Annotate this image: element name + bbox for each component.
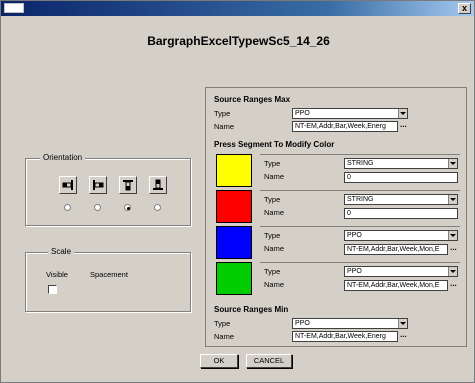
orientation-right-radio[interactable] [94,204,101,211]
segment-1-name-field[interactable]: 0 [344,172,458,183]
source-max-name-field[interactable]: NT-EM,Addr,Bar,Week,Energ [292,121,398,132]
segment-3-browse-button[interactable]: ... [450,244,457,252]
orientation-left-radio[interactable] [64,204,71,211]
source-max-type-label: Type [214,109,231,118]
segment-4-type-select[interactable]: PPO [344,266,458,277]
bar-down-icon [153,179,163,190]
segment-3-name-value: NT-EM,Addr,Bar,Week,Mon,E [347,246,440,253]
source-max-type-value: PPO [295,110,310,117]
orientation-left-button[interactable] [59,176,77,194]
segment-fields-3: Type PPO Name NT-EM,Addr,Bar,Week,Mon,E … [260,226,460,259]
source-max-browse-button[interactable]: ... [400,121,407,129]
segment-1-type-label: Type [264,159,281,168]
segment-row-3: Type PPO Name NT-EM,Addr,Bar,Week,Mon,E … [212,226,462,260]
source-min-title: Source Ranges Min [214,305,289,314]
source-max-name-value: NT-EM,Addr,Bar,Week,Energ [295,123,386,130]
sources-panel: Source Ranges Max Type PPO Name NT-EM,Ad… [205,87,467,347]
segment-color-swatch-4[interactable] [216,262,252,295]
segment-color-swatch-2[interactable] [216,190,252,223]
segment-1-name-label: Name [264,172,285,181]
segment-fields-4: Type PPO Name NT-EM,Addr,Bar,Week,Mon,E … [260,262,460,295]
segment-1-type-select[interactable]: STRING [344,158,458,169]
source-min-browse-button[interactable]: ... [400,331,407,339]
scale-group: Scale Visible Spacement [25,247,191,312]
chevron-down-icon[interactable] [448,195,457,204]
segment-2-name-label: Name [264,208,285,217]
segment-row-2: Type STRING Name 0 [212,190,462,224]
orientation-down-radio[interactable] [154,204,161,211]
segment-3-type-label: Type [264,231,281,240]
segment-3-type-select[interactable]: PPO [344,230,458,241]
window-icon [4,3,24,13]
source-max-type-select[interactable]: PPO [292,108,408,119]
source-min-type-value: PPO [295,320,310,327]
segment-4-type-value: PPO [347,268,362,275]
source-min-type-select[interactable]: PPO [292,318,408,329]
segment-2-type-label: Type [264,195,281,204]
segment-3-name-field[interactable]: NT-EM,Addr,Bar,Week,Mon,E [344,244,448,255]
segment-2-type-select[interactable]: STRING [344,194,458,205]
segment-color-swatch-3[interactable] [216,226,252,259]
bar-left-icon [62,180,73,190]
visible-checkbox[interactable] [48,285,57,294]
source-min-name-value: NT-EM,Addr,Bar,Week,Energ [295,333,386,340]
segment-4-name-value: NT-EM,Addr,Bar,Week,Mon,E [347,282,440,289]
ok-button[interactable]: OK [200,354,238,368]
spacement-label: Spacement [90,270,128,279]
source-min-name-label: Name [214,332,235,341]
segment-2-type-value: STRING [347,196,374,203]
dialog-window: x BargraphExcelTypewSc5_14_26 Orientatio… [0,0,475,383]
segment-2-name-value: 0 [347,210,351,217]
segment-row-1: Type STRING Name 0 [212,154,462,188]
source-min-name-field[interactable]: NT-EM,Addr,Bar,Week,Energ [292,331,398,342]
bar-right-icon [93,180,104,190]
segment-3-type-value: PPO [347,232,362,239]
segment-1-type-value: STRING [347,160,374,167]
segment-2-name-field[interactable]: 0 [344,208,458,219]
segment-4-name-field[interactable]: NT-EM,Addr,Bar,Week,Mon,E [344,280,448,291]
segment-4-browse-button[interactable]: ... [450,280,457,288]
bar-up-icon [123,180,133,191]
orientation-up-button[interactable] [119,176,137,194]
orientation-label: Orientation [40,153,86,162]
segment-3-name-label: Name [264,244,285,253]
chevron-down-icon[interactable] [398,109,407,118]
scale-label: Scale [48,247,75,256]
title-bar[interactable]: x [1,1,474,16]
chevron-down-icon[interactable] [448,267,457,276]
segment-4-type-label: Type [264,267,281,276]
orientation-right-button[interactable] [89,176,107,194]
chevron-down-icon[interactable] [398,319,407,328]
segment-color-swatch-1[interactable] [216,154,252,187]
cancel-button[interactable]: CANCEL [246,354,292,368]
visible-label: Visible [46,270,68,279]
orientation-group: Orientation [25,153,191,226]
source-min-type-label: Type [214,319,231,328]
source-max-title: Source Ranges Max [214,95,291,104]
orientation-up-radio[interactable] [124,204,131,211]
close-button[interactable]: x [458,3,471,14]
chevron-down-icon[interactable] [448,231,457,240]
segment-fields-1: Type STRING Name 0 [260,154,460,187]
segment-1-name-value: 0 [347,174,351,181]
segment-row-4: Type PPO Name NT-EM,Addr,Bar,Week,Mon,E … [212,262,462,296]
source-max-name-label: Name [214,122,235,131]
segment-fields-2: Type STRING Name 0 [260,190,460,223]
segment-4-name-label: Name [264,280,285,289]
dialog-title: BargraphExcelTypewSc5_14_26 [147,34,330,48]
chevron-down-icon[interactable] [448,159,457,168]
orientation-down-button[interactable] [149,176,167,194]
segments-title: Press Segment To Modify Color [214,140,335,149]
